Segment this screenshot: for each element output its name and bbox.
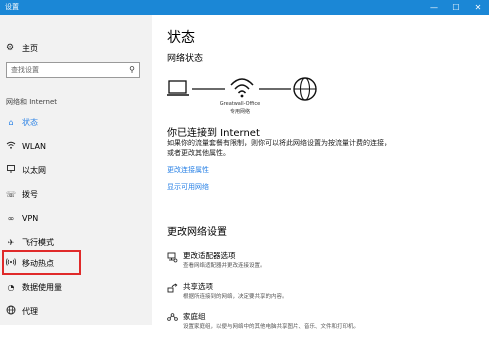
home-icon: ⌂ xyxy=(8,117,14,127)
main-content: 状态 网络状态 Greatwall-Office 专用网络 你已连接到 Inte… xyxy=(152,15,489,330)
change-connection-properties-link[interactable]: 更改连接属性 xyxy=(167,165,209,175)
nav-item-airplane-mode[interactable]: ✈ 飞行模式 xyxy=(6,235,54,249)
vpn-icon: ∞ xyxy=(7,213,15,223)
nav-item-label: 状态 xyxy=(22,117,38,127)
network-type: 专用网络 xyxy=(229,109,250,115)
nav-item-label: 飞行模式 xyxy=(22,237,54,247)
page-title: 状态 xyxy=(167,30,195,46)
setting-description: 查看网络适配器并更改连接设置。 xyxy=(183,263,266,269)
nav-item-proxy[interactable]: 代理 xyxy=(6,304,38,318)
setting-sharing-options[interactable]: 共享选项 根据所连接到的网络，决定要共享的内容。 xyxy=(167,281,487,307)
nav-item-ethernet[interactable]: 以太网 xyxy=(6,163,46,177)
search-box[interactable]: ⚲ xyxy=(6,62,140,78)
nav-item-vpn[interactable]: ∞ VPN xyxy=(6,211,39,225)
setting-title: 共享选项 xyxy=(183,282,213,291)
title-bar: 设置 — ☐ ✕ xyxy=(0,0,489,15)
setting-title: 家庭组 xyxy=(183,312,206,321)
search-icon[interactable]: ⚲ xyxy=(129,65,135,74)
setting-description: 根据所连接到的网络，决定要共享的内容。 xyxy=(183,294,288,300)
close-button[interactable]: ✕ xyxy=(467,0,489,15)
nav-item-label: WLAN xyxy=(22,141,47,151)
setting-title: 更改适配器选项 xyxy=(183,251,236,260)
nav-item-label: 以太网 xyxy=(22,165,46,175)
wifi-icon xyxy=(230,78,254,98)
nav-item-label: 拨号 xyxy=(22,189,38,199)
minimize-button[interactable]: — xyxy=(423,0,445,15)
setting-change-adapter-options[interactable]: 更改适配器选项 查看网络适配器并更改连接设置。 xyxy=(167,250,487,276)
sharing-icon xyxy=(167,283,179,297)
nav-item-label: VPN xyxy=(22,213,39,223)
setting-homegroup[interactable]: 家庭组 设置家庭组，以便与网络中的其他电脑共享图片、音乐、文件和打印机。 xyxy=(167,311,487,337)
ethernet-icon xyxy=(6,164,16,176)
nav-item-data-usage[interactable]: ◔ 数据使用量 xyxy=(6,280,63,294)
change-network-settings-heading: 更改网络设置 xyxy=(167,227,227,238)
nav-item-status[interactable]: ⌂ 状态 xyxy=(6,115,38,129)
data-usage-icon: ◔ xyxy=(7,282,15,292)
nav-item-label: 数据使用量 xyxy=(22,282,62,292)
section-label: 网络和 Internet xyxy=(6,98,58,106)
wifi-icon xyxy=(6,140,16,152)
nav-home-label: 主页 xyxy=(22,43,38,53)
connected-description: 如果你的流量套餐有限制，则你可以将此网络设置为按流量计费的连接，或者更改其他属性… xyxy=(167,139,391,157)
airplane-icon: ✈ xyxy=(7,237,15,247)
network-status-heading: 网络状态 xyxy=(167,54,204,64)
connected-heading: 你已连接到 Internet xyxy=(167,128,260,139)
network-diagram xyxy=(167,77,317,101)
nav-home[interactable]: ⚙ 主页 xyxy=(6,41,38,55)
highlight-box xyxy=(2,250,81,275)
globe-icon xyxy=(6,305,16,317)
setting-description: 设置家庭组，以便与网络中的其他电脑共享图片、音乐、文件和打印机。 xyxy=(183,324,360,330)
nav-item-wlan[interactable]: WLAN xyxy=(6,139,46,153)
nav-item-dialup[interactable]: ☏ 拨号 xyxy=(6,187,38,201)
laptop-icon xyxy=(167,80,189,96)
nav-item-label: 代理 xyxy=(22,306,38,316)
show-available-networks-link[interactable]: 显示可用网络 xyxy=(167,182,209,192)
network-name: Greatwall-Office xyxy=(219,101,261,107)
window-title: 设置 xyxy=(5,3,19,11)
sidebar: ⚙ 主页 ⚲ 网络和 Internet ⌂ 状态 WLAN 以太网 ☏ 拨号 ∞… xyxy=(0,15,152,325)
phone-icon: ☏ xyxy=(6,189,17,199)
globe-icon xyxy=(293,77,317,101)
search-input[interactable] xyxy=(11,64,123,76)
maximize-button[interactable]: ☐ xyxy=(445,0,467,15)
gear-icon: ⚙ xyxy=(6,43,15,53)
adapter-icon xyxy=(167,252,179,266)
